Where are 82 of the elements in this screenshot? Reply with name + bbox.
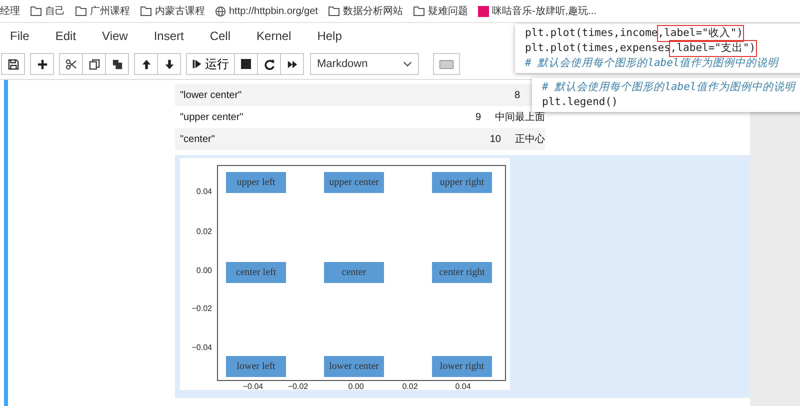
legend-box: lower center [324, 356, 384, 377]
copy-icon [88, 58, 100, 70]
keyboard-button[interactable] [433, 53, 460, 75]
paste-icon [112, 58, 122, 70]
table-cell-text: "lower center" [179, 90, 243, 100]
tick-label: −0.02 [286, 382, 310, 391]
cut-button[interactable] [59, 53, 83, 75]
save-button[interactable] [1, 53, 25, 75]
legend-box: lower left [226, 356, 286, 377]
folder-icon [30, 6, 42, 16]
save-icon [8, 58, 18, 70]
tick-label: 0.04 [454, 382, 472, 391]
folder-icon [75, 6, 87, 16]
restart-button[interactable] [257, 53, 281, 75]
up-button[interactable] [134, 53, 158, 75]
code-comment: # 默认会使用每个图形的label值作为图例中的说明 [542, 80, 796, 95]
highlighted-code: ,label="收入") [658, 26, 743, 41]
chevron-down-icon [403, 61, 412, 67]
scissors-icon [65, 58, 77, 70]
folder-icon [328, 6, 340, 16]
menu-item[interactable]: Cell [200, 29, 239, 43]
menu-item[interactable]: File [0, 29, 38, 43]
table-cell-text: 8 [513, 90, 520, 100]
legend-box: center [324, 262, 384, 283]
bookmark[interactable]: 广州课程 [75, 4, 130, 18]
legend-box: upper center [324, 172, 384, 193]
stop-icon [241, 59, 251, 69]
legend-box: upper right [432, 172, 492, 193]
restart-icon [264, 58, 274, 70]
step-icon [192, 59, 202, 69]
tick-label: −0.04 [242, 382, 264, 391]
bookmark[interactable]: 咪咕音乐-放肆听,趣玩... [478, 4, 596, 18]
plus-icon [36, 58, 48, 70]
menu-item[interactable]: View [92, 29, 136, 43]
paste-button[interactable] [105, 53, 129, 75]
app-icon [478, 6, 489, 16]
fast-forward-icon [286, 58, 298, 70]
code-text: plt.plot(times,income [525, 26, 658, 41]
folder-icon [140, 6, 152, 16]
bookmark[interactable]: 疑难问题 [412, 4, 468, 18]
globe-icon [215, 6, 226, 16]
table-cell-text: "center" [179, 134, 216, 144]
table-cell-text: 9 [474, 112, 481, 122]
legend-box: center left [226, 262, 286, 283]
menu-item[interactable]: Help [307, 29, 350, 43]
tick-label: 0.04 [195, 187, 212, 197]
menu-item[interactable]: Kernel [246, 29, 300, 43]
arrow-down-icon [164, 58, 174, 70]
stop-button[interactable] [234, 53, 258, 75]
legend-box: lower right [432, 356, 492, 377]
table-cell-text: 10 [488, 134, 501, 144]
keyboard-icon [439, 60, 454, 68]
copy-button[interactable] [82, 53, 106, 75]
tick-label: 0.02 [195, 227, 212, 237]
down-button[interactable] [157, 53, 181, 75]
bookmark[interactable]: http://httpbin.org/get [215, 6, 318, 16]
highlighted-code: ,label="支出") [670, 41, 756, 56]
cell-type-dropdown[interactable]: Markdown [310, 53, 419, 75]
folder-icon [412, 6, 425, 16]
table-cell-text: 中间最上面 [495, 110, 545, 124]
bookmark[interactable]: 内蒙古课程 [140, 4, 205, 18]
plus-button[interactable] [30, 53, 54, 75]
tick-label: 0.02 [401, 382, 419, 391]
table-cell-text: 正中心 [515, 132, 545, 146]
tick-label: −0.04 [190, 343, 212, 353]
legend-box: upper left [226, 172, 286, 193]
tick-label: 0.00 [347, 382, 365, 391]
run-button[interactable]: 运行 [186, 53, 235, 75]
code-text: plt.legend() [542, 95, 618, 110]
bookmark[interactable]: 数据分析网站 [328, 4, 403, 18]
code-comment: # 默认会使用每个图形的label值作为图例中的说明 [525, 56, 778, 71]
tick-label: 0.00 [195, 266, 212, 276]
table-cell-text: "upper center" [179, 112, 244, 122]
fastforward-button[interactable] [280, 53, 304, 75]
code-text: plt.plot(times,expenses [525, 41, 670, 56]
tick-label: −0.02 [190, 304, 212, 314]
menu-item[interactable]: Insert [144, 29, 192, 43]
legend-box: center right [432, 262, 492, 283]
menu-item[interactable]: Edit [45, 29, 84, 43]
bookmark[interactable]: 自己 [30, 4, 65, 18]
bookmark[interactable]: 经理 [0, 4, 20, 18]
arrow-up-icon [140, 58, 152, 70]
